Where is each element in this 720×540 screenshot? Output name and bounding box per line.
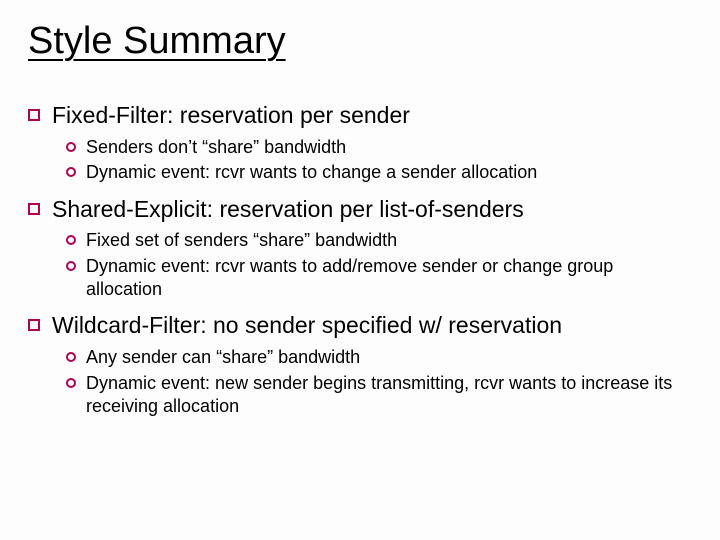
sub-item: Any sender can “share” bandwidth xyxy=(66,346,690,369)
sub-item: Dynamic event: rcvr wants to add/remove … xyxy=(66,255,690,302)
circle-bullet-icon xyxy=(66,261,76,271)
heading-wildcard-filter: Wildcard-Filter: no sender specified w/ … xyxy=(28,311,690,340)
square-bullet-icon xyxy=(28,109,40,121)
circle-bullet-icon xyxy=(66,352,76,362)
sub-text: Fixed set of senders “share” bandwidth xyxy=(86,229,690,252)
sub-text: Dynamic event: rcvr wants to change a se… xyxy=(86,161,690,184)
heading-text: Wildcard-Filter: no sender specified w/ … xyxy=(52,311,562,340)
heading-text: Fixed-Filter: reservation per sender xyxy=(52,101,410,130)
circle-bullet-icon xyxy=(66,167,76,177)
section-shared-explicit: Shared-Explicit: reservation per list-of… xyxy=(28,195,690,302)
circle-bullet-icon xyxy=(66,378,76,388)
sub-item: Dynamic event: rcvr wants to change a se… xyxy=(66,161,690,184)
sub-text: Any sender can “share” bandwidth xyxy=(86,346,690,369)
heading-shared-explicit: Shared-Explicit: reservation per list-of… xyxy=(28,195,690,224)
heading-fixed-filter: Fixed-Filter: reservation per sender xyxy=(28,101,690,130)
sub-text: Dynamic event: new sender begins transmi… xyxy=(86,372,690,419)
sub-item: Dynamic event: new sender begins transmi… xyxy=(66,372,690,419)
slide-title: Style Summary xyxy=(28,20,690,63)
square-bullet-icon xyxy=(28,319,40,331)
sub-item: Fixed set of senders “share” bandwidth xyxy=(66,229,690,252)
heading-text: Shared-Explicit: reservation per list-of… xyxy=(52,195,524,224)
sub-item: Senders don’t “share” bandwidth xyxy=(66,136,690,159)
sub-text: Dynamic event: rcvr wants to add/remove … xyxy=(86,255,690,302)
section-wildcard-filter: Wildcard-Filter: no sender specified w/ … xyxy=(28,311,690,418)
section-fixed-filter: Fixed-Filter: reservation per sender Sen… xyxy=(28,101,690,185)
circle-bullet-icon xyxy=(66,142,76,152)
square-bullet-icon xyxy=(28,203,40,215)
circle-bullet-icon xyxy=(66,235,76,245)
sub-text: Senders don’t “share” bandwidth xyxy=(86,136,690,159)
